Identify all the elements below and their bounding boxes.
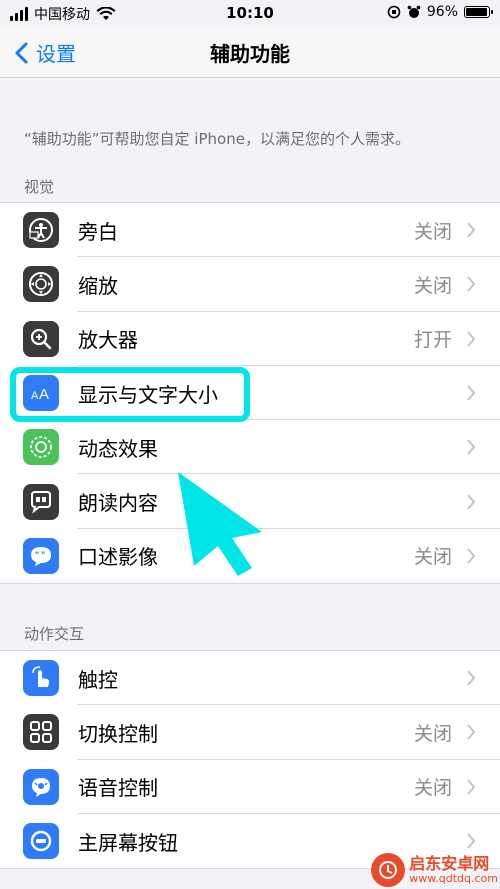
section-interaction: 触控 切换控制 关闭 语音控制 关闭 主屏幕按钮 <box>0 650 500 870</box>
row-magnifier[interactable]: 放大器 打开 <box>0 312 500 366</box>
battery-fill <box>466 8 488 16</box>
row-label: 朗读内容 <box>78 491 158 516</box>
row-motion[interactable]: 动态效果 <box>0 420 500 475</box>
chevron-right-icon <box>467 276 476 293</box>
watermark-logo-icon <box>371 853 406 887</box>
row-value: 打开 <box>413 329 452 352</box>
navigation-bar: 设置 辅助功能 <box>0 26 500 78</box>
chevron-right-icon <box>467 833 476 849</box>
highlight-box <box>10 367 250 422</box>
motion-icon <box>23 429 59 466</box>
alarm-icon <box>407 5 421 18</box>
row-label: 触控 <box>78 667 118 692</box>
row-value: 关闭 <box>413 546 452 569</box>
chevron-right-icon <box>467 493 476 510</box>
row-label: 放大器 <box>78 328 138 353</box>
zoom-icon <box>23 266 59 303</box>
chevron-right-icon <box>467 548 476 564</box>
status-right: 96% <box>387 4 493 20</box>
intro-text: “辅助功能”可帮助您自定 iPhone，以满足您的个人需求。 <box>24 130 410 148</box>
battery-icon <box>464 6 493 18</box>
row-switch-control[interactable]: 切换控制 关闭 <box>0 705 500 760</box>
row-label: 语音控制 <box>78 776 158 801</box>
switch-control-icon <box>23 714 59 751</box>
watermark-title: 启东安卓网 <box>409 854 490 874</box>
row-label: 缩放 <box>78 273 118 298</box>
home-button-icon <box>23 823 59 860</box>
chevron-right-icon <box>467 779 476 795</box>
pointer-arrow-icon <box>178 472 262 576</box>
chevron-right-icon <box>467 670 476 686</box>
row-zoom[interactable]: 缩放 关闭 <box>0 257 500 312</box>
row-voice-control[interactable]: 语音控制 关闭 <box>0 760 500 814</box>
row-value: 关闭 <box>413 274 452 297</box>
chevron-right-icon <box>467 439 476 455</box>
watermark: 启东安卓网 www.qdtdq.com <box>371 853 498 887</box>
status-bar: 中国移动 10:10 96% <box>0 0 500 26</box>
watermark-site: www.qdtdq.com <box>409 871 498 885</box>
svg-text:": " <box>41 550 45 560</box>
row-value: 关闭 <box>413 220 452 243</box>
chevron-right-icon <box>467 724 476 741</box>
section-header-vision: 视觉 <box>24 178 55 196</box>
row-label: 旁白 <box>78 219 118 244</box>
row-label: 动态效果 <box>78 436 158 461</box>
row-label: 主屏幕按钮 <box>78 830 178 855</box>
row-value: 关闭 <box>413 777 452 800</box>
page-title: 辅助功能 <box>210 42 290 66</box>
spoken-content-icon <box>23 483 59 520</box>
row-value: 关闭 <box>413 722 452 745</box>
battery-percent: 96% <box>426 4 458 20</box>
row-touch[interactable]: 触控 <box>0 651 500 706</box>
row-voiceover[interactable]: 旁白 关闭 <box>0 203 500 258</box>
orientation-lock-icon <box>387 5 401 19</box>
magnifier-icon <box>23 320 59 357</box>
chevron-right-icon <box>467 385 476 401</box>
chevron-right-icon <box>467 331 476 347</box>
svg-text:": " <box>35 550 39 560</box>
touch-icon <box>23 660 59 697</box>
voiceover-icon <box>23 212 59 249</box>
voice-control-icon <box>23 768 59 805</box>
row-label: 切换控制 <box>78 721 158 746</box>
chevron-right-icon <box>467 222 476 238</box>
audio-description-icon: " " <box>23 537 59 574</box>
section-header-interaction: 动作交互 <box>24 625 85 643</box>
row-label: 口述影像 <box>78 545 158 570</box>
